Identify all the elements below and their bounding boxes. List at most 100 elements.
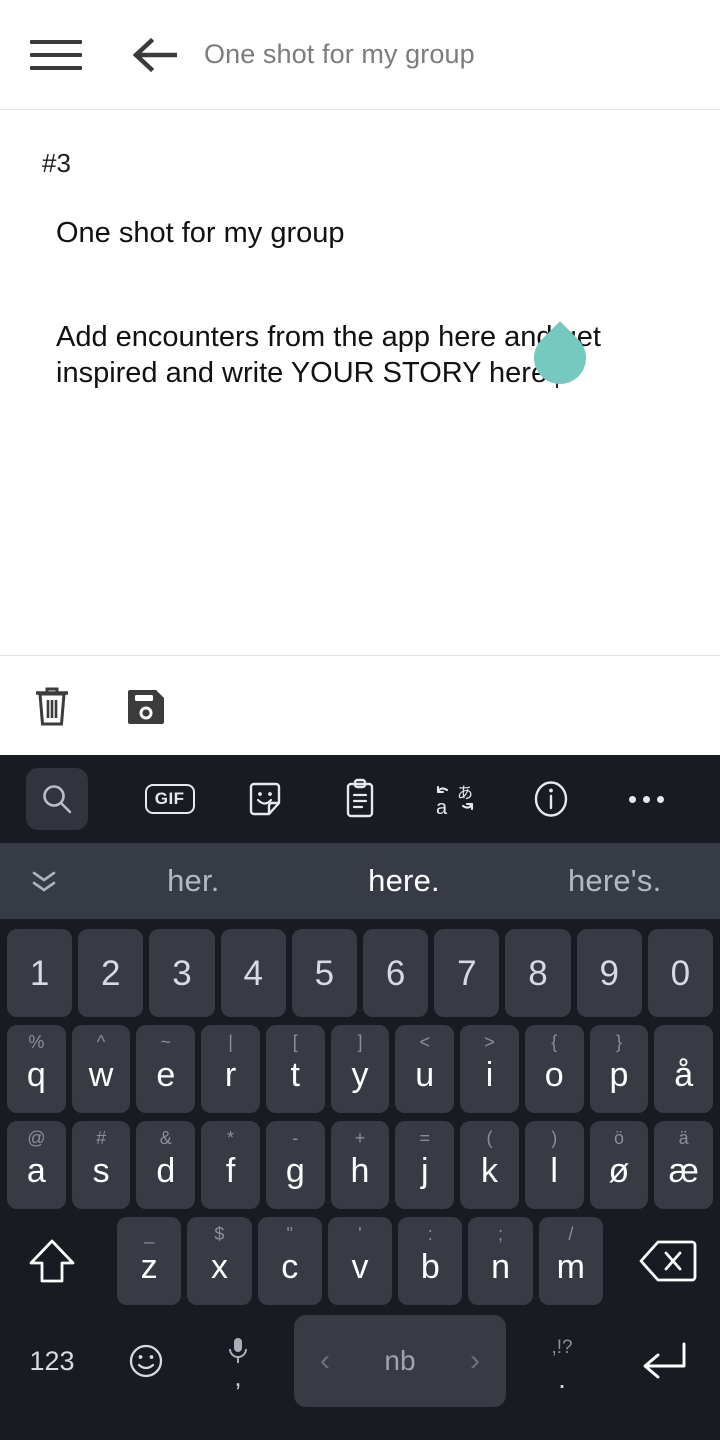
key-l[interactable]: ) l <box>524 1121 584 1209</box>
chevron-right-icon[interactable]: › <box>470 1344 480 1378</box>
key-label: s <box>92 1152 110 1190</box>
key-secondary: ) <box>551 1128 558 1148</box>
key-a[interactable]: @ a <box>6 1121 66 1209</box>
key-secondary: @ <box>27 1128 46 1148</box>
save-button[interactable] <box>116 676 176 736</box>
key-secondary: | <box>228 1032 233 1052</box>
key-label: u <box>415 1056 435 1094</box>
chevron-left-icon[interactable]: ‹ <box>320 1344 330 1378</box>
key-q[interactable]: % q <box>6 1025 66 1113</box>
key-label: z <box>140 1248 158 1286</box>
key-m[interactable]: / m <box>538 1217 603 1305</box>
key-secondary: $ <box>214 1224 225 1244</box>
numeric-mode-button[interactable]: 123 <box>4 1315 100 1407</box>
backspace-icon[interactable] <box>620 1217 716 1305</box>
key-5[interactable]: 5 <box>291 929 357 1017</box>
key-secondary: ä <box>678 1128 689 1148</box>
key-y[interactable]: ] y <box>330 1025 390 1113</box>
key-c[interactable]: " c <box>257 1217 322 1305</box>
search-icon[interactable] <box>26 768 88 830</box>
document-title-field[interactable]: One shot for my group <box>56 217 680 250</box>
document-editor[interactable]: #3 One shot for my group Add encounters … <box>0 110 720 655</box>
key-r[interactable]: | r <box>201 1025 260 1113</box>
key-o[interactable]: {o <box>524 1025 584 1113</box>
key-label: p <box>609 1056 629 1094</box>
key-9[interactable]: 9 <box>576 929 642 1017</box>
key-e[interactable]: ~ e <box>136 1025 196 1113</box>
key-j[interactable]: = j <box>395 1121 455 1209</box>
key-n[interactable]: ; n <box>468 1217 533 1305</box>
comma-mic-key[interactable]: , <box>192 1315 284 1407</box>
key-secondary: > <box>484 1032 495 1052</box>
key-secondary: [ <box>292 1032 298 1052</box>
page-title: One shot for my group <box>204 39 475 69</box>
space-language-label: nb <box>384 1345 416 1376</box>
key-b[interactable]: :b <box>398 1217 463 1305</box>
shift-arrow-icon[interactable] <box>4 1217 100 1305</box>
key-oslash[interactable]: öø <box>589 1121 649 1209</box>
key-secondary: } <box>615 1032 622 1052</box>
key-label: r <box>224 1056 237 1094</box>
translate-icon[interactable]: a あ <box>408 768 503 830</box>
keyboard-row-home: @ a # s & d * f -g + h = j (k ) l öø äæ <box>4 1117 716 1213</box>
key-u[interactable]: < u <box>395 1025 455 1113</box>
key-secondary: * <box>227 1128 235 1148</box>
key-7[interactable]: 7 <box>434 929 500 1017</box>
key-label: 5 <box>314 953 335 993</box>
key-4[interactable]: 4 <box>220 929 286 1017</box>
key-g[interactable]: -g <box>265 1121 325 1209</box>
delete-button[interactable] <box>22 676 82 736</box>
key-secondary: ; <box>498 1224 504 1244</box>
key-1[interactable]: 1 <box>6 929 73 1017</box>
key-f[interactable]: * f <box>201 1121 260 1209</box>
key-s[interactable]: # s <box>71 1121 131 1209</box>
key-t[interactable]: [t <box>265 1025 325 1113</box>
key-6[interactable]: 6 <box>363 929 429 1017</box>
key-label: f <box>225 1152 236 1190</box>
period-key[interactable]: ,!? . <box>516 1315 608 1407</box>
gif-label: GIF <box>144 784 195 814</box>
svg-text:あ: あ <box>457 783 473 802</box>
sticker-icon[interactable] <box>217 768 312 830</box>
key-p[interactable]: } p <box>589 1025 649 1113</box>
key-i[interactable]: > i <box>460 1025 519 1113</box>
key-v[interactable]: ' v <box>327 1217 393 1305</box>
info-icon[interactable] <box>503 768 598 830</box>
key-label: å <box>674 1056 694 1094</box>
key-w[interactable]: ^ w <box>71 1025 131 1113</box>
key-label: j <box>420 1152 429 1190</box>
key-secondary: ] <box>357 1032 363 1052</box>
clipboard-icon[interactable] <box>313 768 408 830</box>
key-h[interactable]: + h <box>330 1121 390 1209</box>
key-8[interactable]: 8 <box>505 929 571 1017</box>
key-label: i <box>485 1056 494 1094</box>
key-x[interactable]: $ x <box>187 1217 252 1305</box>
key-secondary: ( <box>486 1128 493 1148</box>
key-0[interactable]: 0 <box>647 929 714 1017</box>
key-secondary: : <box>427 1224 433 1244</box>
suggestion-item-0[interactable]: her. <box>88 863 299 899</box>
key-label: 3 <box>172 953 192 993</box>
collapse-icon[interactable] <box>0 864 88 898</box>
key-label: c <box>281 1248 299 1286</box>
key-ae[interactable]: äæ <box>654 1121 714 1209</box>
back-arrow-icon[interactable] <box>126 27 182 83</box>
enter-return-icon[interactable] <box>608 1315 716 1407</box>
key-label: 4 <box>243 953 263 993</box>
hamburger-menu-icon[interactable] <box>30 35 82 75</box>
suggestion-item-2[interactable]: here's. <box>509 863 720 899</box>
key-k[interactable]: (k <box>460 1121 519 1209</box>
overflow-menu-icon[interactable] <box>599 768 694 830</box>
gif-icon[interactable]: GIF <box>122 768 217 830</box>
key-z[interactable]: _ z <box>117 1217 182 1305</box>
suggestion-item-1[interactable]: here. <box>299 863 510 899</box>
keyboard-row-last: 123 , ‹ nb › ,!? . <box>4 1309 716 1413</box>
emoji-smiley-icon[interactable] <box>100 1315 192 1407</box>
key-label: 8 <box>528 953 548 993</box>
key-2[interactable]: 2 <box>78 929 144 1017</box>
key-d[interactable]: & d <box>136 1121 196 1209</box>
key-3[interactable]: 3 <box>149 929 215 1017</box>
spacebar[interactable]: ‹ nb › <box>294 1315 506 1407</box>
key-secondary: ' <box>358 1224 362 1244</box>
key-aring[interactable]: å <box>654 1025 714 1113</box>
